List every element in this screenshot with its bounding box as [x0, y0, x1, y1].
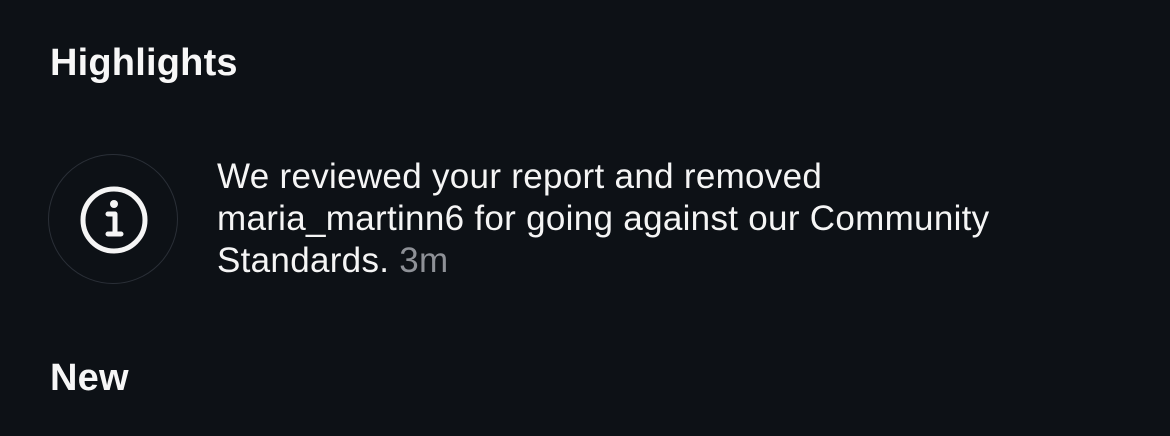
- notification-line-1: We reviewed your report and removed: [217, 157, 823, 196]
- notification-item[interactable]: We reviewed your report and removed mari…: [48, 154, 1128, 286]
- activity-page: Highlights We reviewed your report and r…: [0, 0, 1170, 436]
- notification-line-2: maria_martinn6 for going against our Com…: [217, 199, 990, 238]
- notification-line-3: Standards.: [217, 241, 390, 280]
- info-icon: [80, 186, 148, 254]
- highlights-heading: Highlights: [50, 42, 238, 84]
- info-icon-container: [48, 154, 178, 284]
- notification-timestamp: 3m: [399, 241, 449, 280]
- new-heading: New: [50, 357, 129, 399]
- notification-message: We reviewed your report and removed mari…: [217, 156, 1117, 282]
